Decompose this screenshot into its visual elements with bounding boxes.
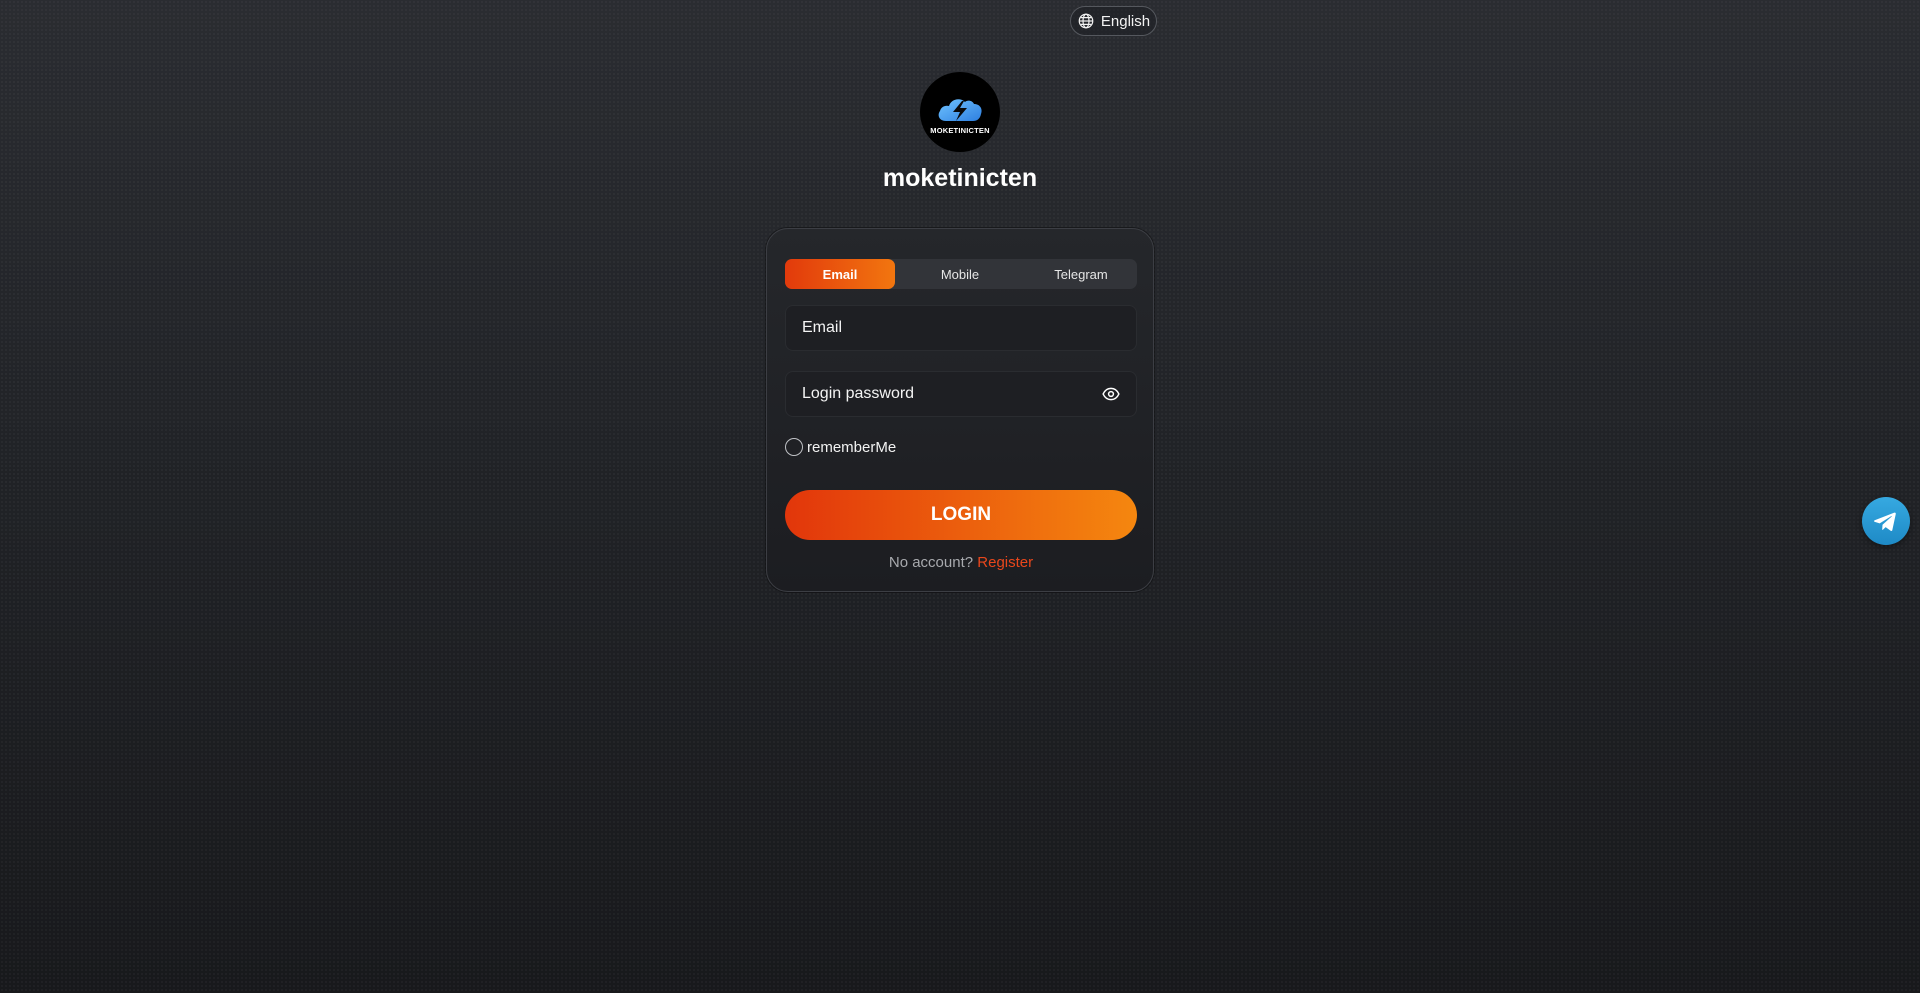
language-selector[interactable]: English <box>1070 6 1157 36</box>
no-account-text: No account? <box>888 554 974 571</box>
email-input[interactable] <box>802 319 1120 337</box>
language-label: English <box>1100 12 1151 30</box>
login-card: Email Mobile Telegram rememberMe LOGIN N… <box>766 228 1154 592</box>
tab-mobile[interactable]: Mobile <box>895 259 1025 289</box>
register-prompt: No account? Register <box>767 554 1155 571</box>
remember-me-option[interactable]: rememberMe <box>785 438 896 456</box>
password-field-wrapper <box>785 371 1137 417</box>
site-logo: MOKETINICTEN <box>920 72 1000 152</box>
login-method-tabs: Email Mobile Telegram <box>785 259 1137 289</box>
site-name: moketinicten <box>882 164 1038 192</box>
cloud-lightning-logo-icon <box>938 99 982 121</box>
telegram-icon <box>1873 512 1896 531</box>
eye-icon[interactable] <box>1102 385 1120 403</box>
login-button[interactable]: LOGIN <box>785 490 1137 540</box>
logo-wordmark: MOKETINICTEN <box>930 126 990 135</box>
remember-me-radio[interactable] <box>785 438 803 456</box>
globe-icon <box>1078 13 1094 29</box>
remember-me-label: rememberMe <box>807 438 897 456</box>
tab-email[interactable]: Email <box>785 259 895 289</box>
password-input[interactable] <box>802 385 1102 403</box>
telegram-support-button[interactable] <box>1862 497 1910 545</box>
tab-telegram[interactable]: Telegram <box>1025 259 1137 289</box>
email-field-wrapper <box>785 305 1137 351</box>
register-link[interactable]: Register <box>977 554 1033 571</box>
